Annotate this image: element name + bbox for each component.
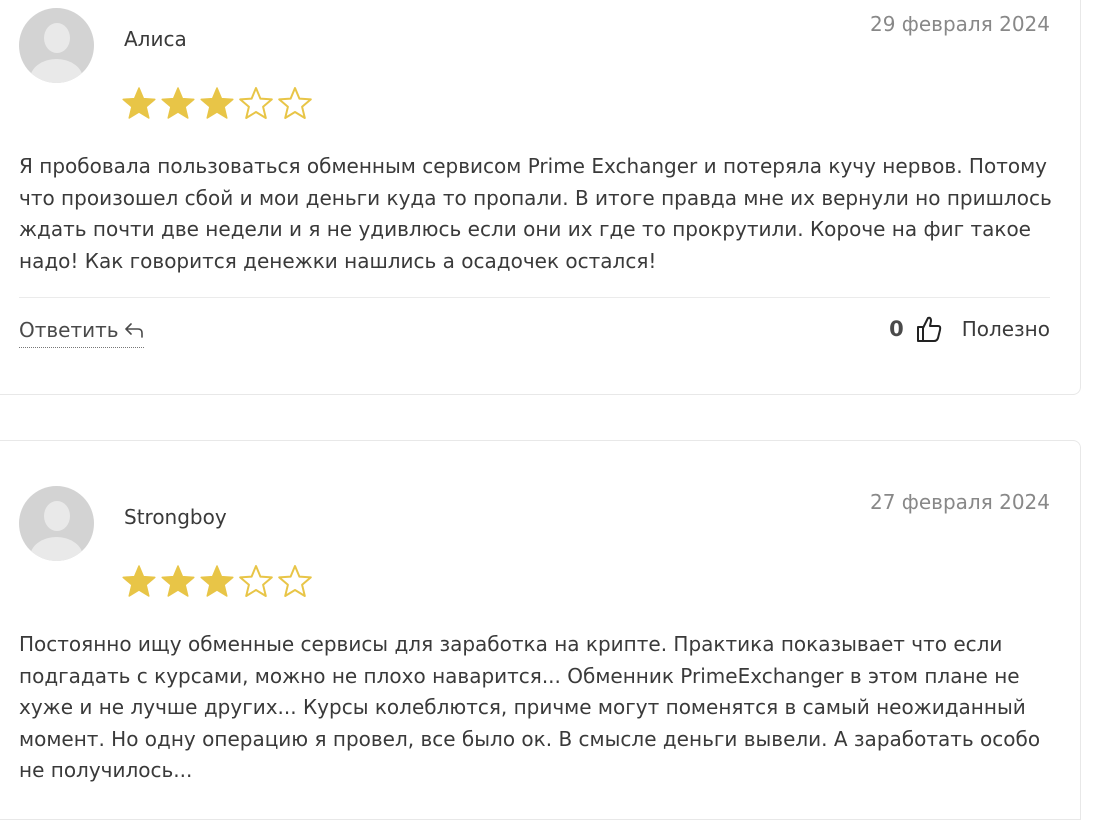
avatar-body-shape — [30, 59, 83, 83]
review-date: 29 февраля 2024 — [869, 12, 1050, 36]
star-filled-icon — [161, 565, 195, 597]
star-filled-icon — [122, 565, 156, 597]
author-name: Strongboy — [124, 505, 227, 529]
avatar-head-shape — [44, 501, 70, 531]
review-date: 27 февраля 2024 — [869, 490, 1050, 514]
star-filled-icon — [200, 565, 234, 597]
avatar — [19, 8, 94, 83]
review-card: Strongboy 27 февраля 2024 Постоянно ищу … — [0, 440, 1081, 820]
reply-link[interactable]: Ответить — [19, 318, 144, 348]
star-empty-icon — [278, 87, 312, 119]
reply-arrow-icon — [124, 323, 143, 338]
review-card: Алиса 29 февраля 2024 Я пробовала пользо… — [0, 0, 1081, 395]
star-rating — [121, 86, 316, 126]
avatar-body-shape — [30, 537, 83, 561]
review-text: Я пробовала пользоваться обменным сервис… — [19, 154, 1052, 273]
thumbs-up-icon[interactable] — [916, 315, 942, 343]
like-count: 0 — [889, 317, 904, 341]
avatar — [19, 486, 94, 561]
star-empty-icon — [239, 565, 273, 597]
star-empty-icon — [239, 87, 273, 119]
star-rating — [121, 564, 316, 604]
star-filled-icon — [122, 87, 156, 119]
star-filled-icon — [161, 87, 195, 119]
divider — [19, 297, 1050, 298]
avatar-head-shape — [44, 23, 70, 53]
review-text: Постоянно ищу обменные сервисы для зараб… — [19, 632, 1041, 782]
reply-label: Ответить — [19, 318, 119, 342]
star-filled-icon — [200, 87, 234, 119]
helpful-vote: 0 Полезно — [889, 315, 1050, 343]
helpful-button[interactable]: Полезно — [962, 317, 1050, 341]
author-name: Алиса — [124, 27, 187, 51]
star-empty-icon — [278, 565, 312, 597]
